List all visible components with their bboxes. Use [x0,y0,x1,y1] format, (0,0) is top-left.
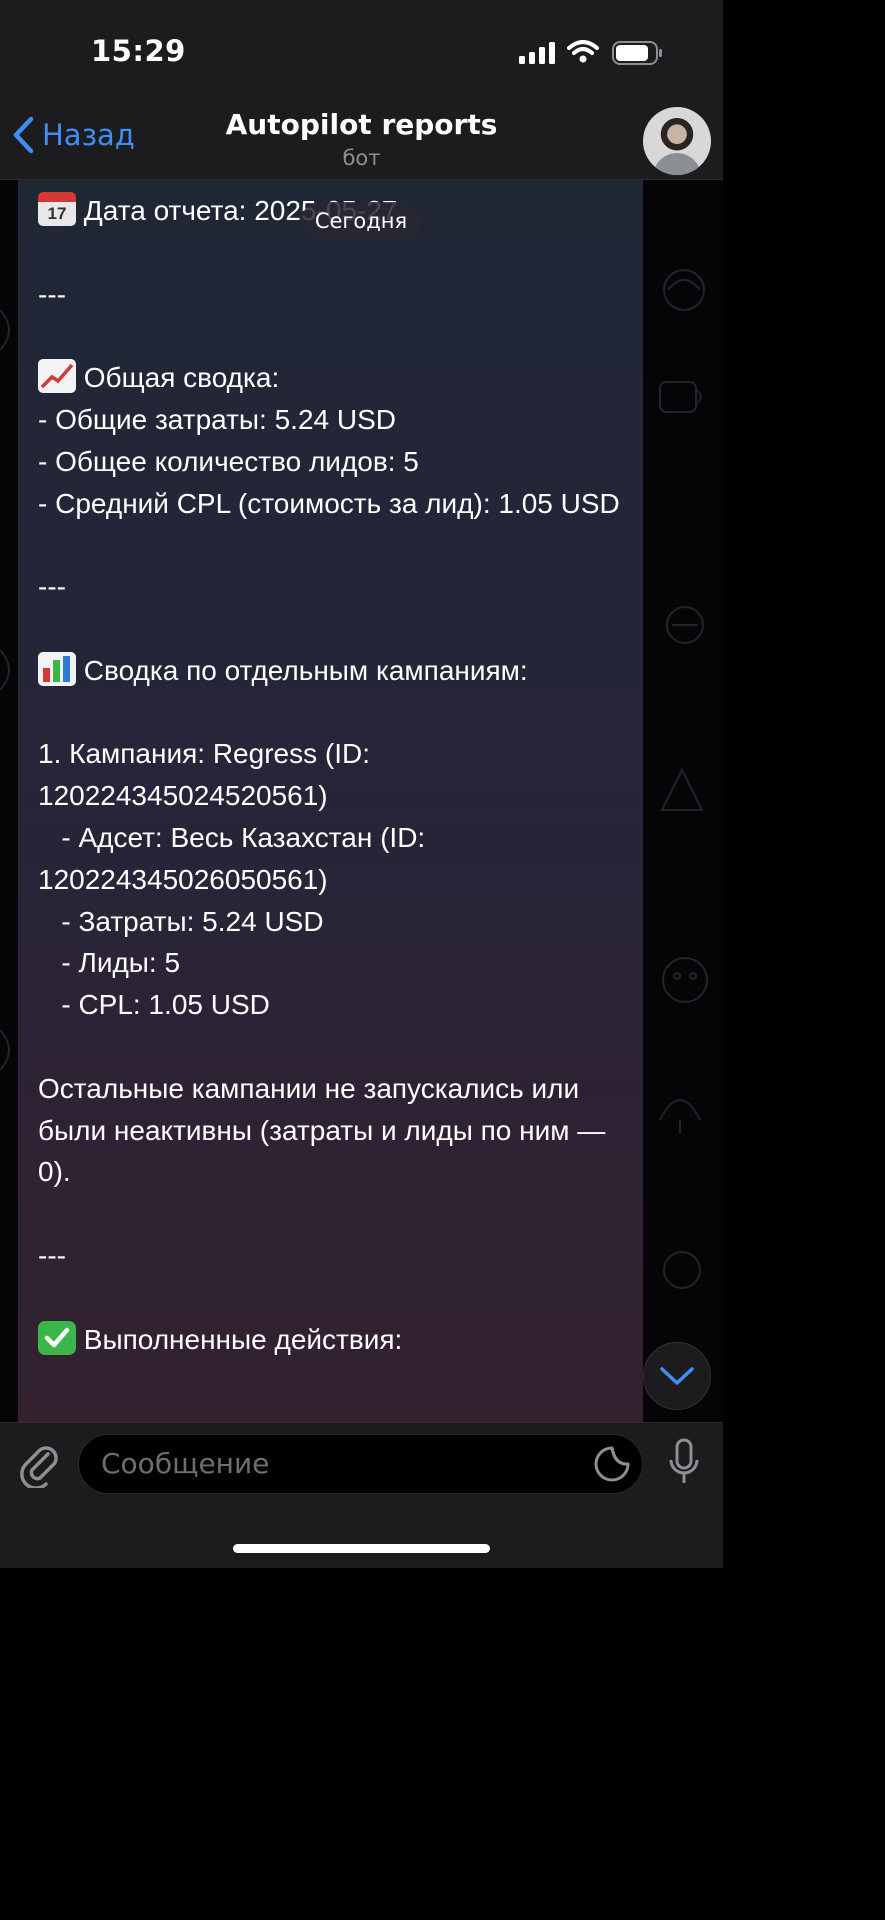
summary-line: - Средний CPL (стоимость за лид): 1.05 U… [38,487,620,519]
message-bubble[interactable]: 17 Дата отчета: 2025-05-27 --- Общая сво… [18,180,643,1422]
doodle-icon [660,767,704,811]
sticker-icon[interactable] [593,1445,631,1483]
campaign-line: - Лиды: 5 [38,947,181,979]
battery-icon [612,41,662,65]
status-time: 15:29 [91,34,186,68]
home-indicator [233,1544,490,1553]
doodle-icon [662,957,708,1003]
separator: --- [38,278,66,310]
scroll-down-button[interactable] [643,1342,711,1410]
calendar-icon: 17 [38,192,76,226]
doodle-icon [663,269,705,311]
doodle-icon [663,1251,701,1289]
campaigns-title: Сводка по отдельным кампаниям: [83,654,528,686]
campaign-line: - Затраты: 5.24 USD [38,905,324,937]
other-note: Остальные кампании не запускались или бы… [38,1072,614,1188]
summary-line: - Общие затраты: 5.24 USD [38,403,396,435]
doodle-icon [659,381,702,413]
separator: --- [38,1239,66,1271]
chart-increasing-icon [38,359,76,394]
message-input[interactable]: Сообщение [78,1434,643,1494]
doodle-icon [0,649,10,691]
chat-subtitle: бот [342,146,381,170]
summary-title: Общая сводка: [83,362,280,394]
bar-chart-icon [38,651,76,686]
doodle-icon [659,1099,701,1134]
separator: --- [38,571,66,603]
message-text: 17 Дата отчета: 2025-05-27 --- Общая сво… [38,190,633,1360]
date-pill: Сегодня [301,202,421,240]
chevron-down-icon [660,1367,694,1385]
paperclip-icon[interactable] [18,1440,62,1488]
doodle-icon [0,1029,10,1071]
wifi-icon [567,40,599,63]
chat-title[interactable]: Autopilot reports [0,108,723,141]
microphone-icon[interactable] [668,1438,700,1488]
actions-title: Выполненные действия: [83,1323,403,1355]
top-bar: 15:29 Назад Autopilot reports бот [0,0,723,180]
check-mark-icon [38,1320,76,1355]
campaign-line: - Адсет: Весь Казахстан (ID: 12022434502… [38,821,433,895]
campaign-line: 1. Кампания: Regress (ID: 12022434502452… [38,738,378,812]
campaign-line: - CPL: 1.05 USD [38,989,270,1021]
doodle-icon [0,309,10,351]
message-input-placeholder: Сообщение [101,1447,270,1480]
cellular-signal-icon [519,42,555,64]
summary-line: - Общее количество лидов: 5 [38,445,419,477]
doodle-icon [666,606,704,644]
avatar[interactable] [643,107,711,175]
